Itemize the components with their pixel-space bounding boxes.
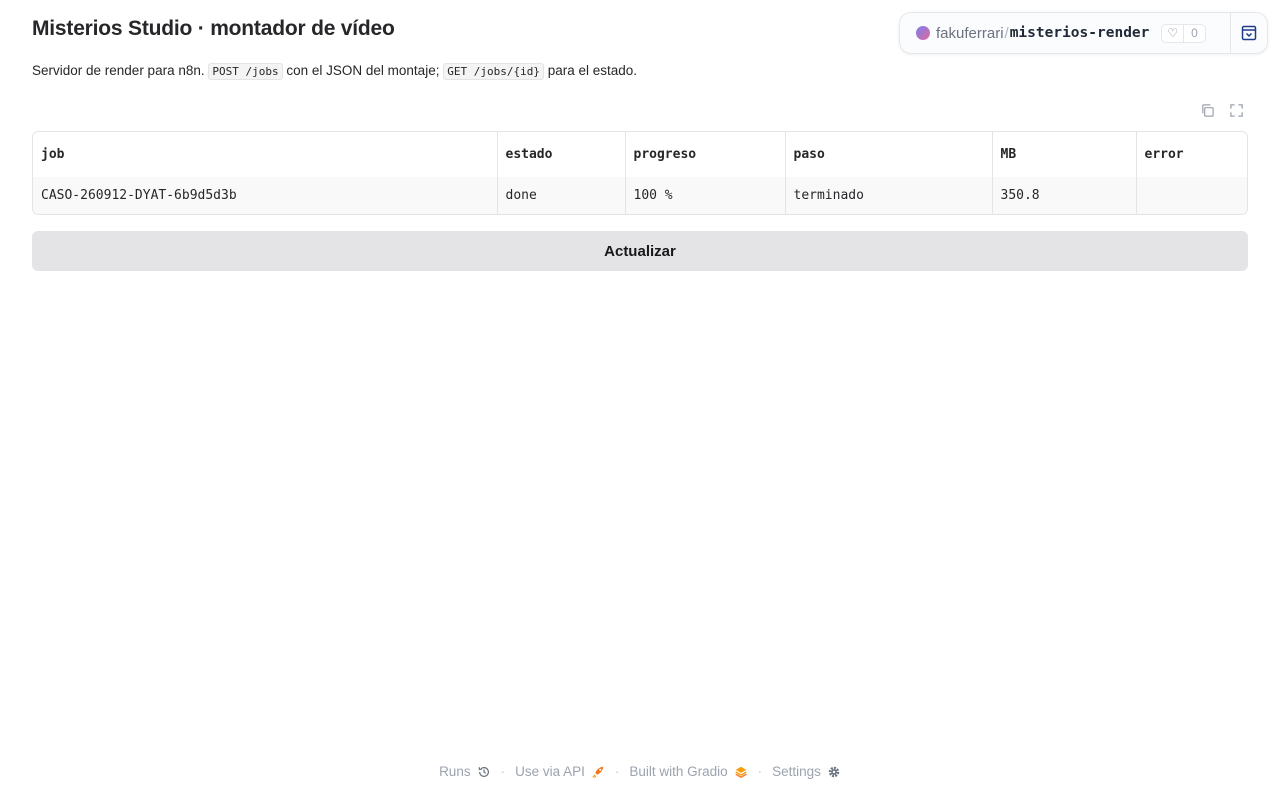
column-header-paso[interactable]: paso xyxy=(785,132,993,177)
column-header-progreso[interactable]: progreso xyxy=(625,132,786,177)
owner-avatar xyxy=(916,26,930,40)
footer: Runs · Use via API · Built with Gradio ·… xyxy=(0,764,1280,779)
fullscreen-icon[interactable] xyxy=(1229,103,1244,118)
gradio-logo-icon xyxy=(735,766,747,778)
footer-separator: · xyxy=(614,764,620,779)
cell-job[interactable]: CASO-260912-DYAT-6b9d5d3b xyxy=(33,177,498,214)
copy-icon[interactable] xyxy=(1200,103,1215,118)
like-button[interactable]: ♡ 0 xyxy=(1161,23,1206,43)
collapse-icon[interactable] xyxy=(1241,25,1257,41)
api-label: Use via API xyxy=(515,764,585,779)
page-description: Servidor de render para n8n. POST /jobs … xyxy=(32,63,638,80)
jobs-table: job estado progreso paso MB error CASO-2… xyxy=(32,131,1248,215)
description-text: para el estado. xyxy=(547,63,638,78)
settings-link[interactable]: Settings xyxy=(772,764,841,779)
space-owner-link[interactable]: fakuferrari xyxy=(936,25,1004,42)
api-link[interactable]: Use via API xyxy=(515,764,605,779)
cell-paso[interactable]: terminado xyxy=(785,177,993,214)
column-header-job[interactable]: job xyxy=(33,132,498,177)
page-title: Misterios Studio · montador de vídeo xyxy=(32,17,395,40)
column-header-mb[interactable]: MB xyxy=(992,132,1137,177)
column-header-estado[interactable]: estado xyxy=(497,132,626,177)
cell-progreso[interactable]: 100 % xyxy=(625,177,786,214)
space-repo-link[interactable]: misterios-render xyxy=(1010,25,1150,41)
footer-separator: · xyxy=(500,764,506,779)
gradio-link[interactable]: Built with Gradio xyxy=(629,764,747,779)
badge-divider xyxy=(1230,13,1231,53)
gear-icon xyxy=(828,766,840,777)
column-header-error[interactable]: error xyxy=(1136,132,1247,177)
cell-error[interactable] xyxy=(1136,177,1247,214)
description-text: Servidor de render para n8n. xyxy=(32,63,205,78)
cell-mb[interactable]: 350.8 xyxy=(992,177,1137,214)
heart-icon: ♡ xyxy=(1162,24,1185,42)
runs-label: Runs xyxy=(439,764,471,779)
like-count: 0 xyxy=(1191,25,1198,40)
table-row: CASO-260912-DYAT-6b9d5d3b done 100 % ter… xyxy=(33,177,1247,214)
history-icon xyxy=(478,766,489,777)
footer-separator: · xyxy=(757,764,763,779)
refresh-button[interactable]: Actualizar xyxy=(32,231,1248,271)
gradio-label: Built with Gradio xyxy=(629,764,728,779)
table-header-row: job estado progreso paso MB error xyxy=(33,132,1247,177)
slash-separator: / xyxy=(1004,24,1009,42)
cell-estado[interactable]: done xyxy=(497,177,626,214)
description-text: con el JSON del montaje; xyxy=(286,63,440,78)
settings-label: Settings xyxy=(772,764,821,779)
runs-link[interactable]: Runs xyxy=(439,764,491,779)
get-job-code: GET /jobs/{id} xyxy=(443,63,544,80)
hf-space-badge: fakuferrari / misterios-render ♡ 0 xyxy=(899,12,1268,54)
rocket-icon xyxy=(592,766,604,778)
post-jobs-code: POST /jobs xyxy=(208,63,283,80)
table-toolbar xyxy=(1200,103,1244,118)
